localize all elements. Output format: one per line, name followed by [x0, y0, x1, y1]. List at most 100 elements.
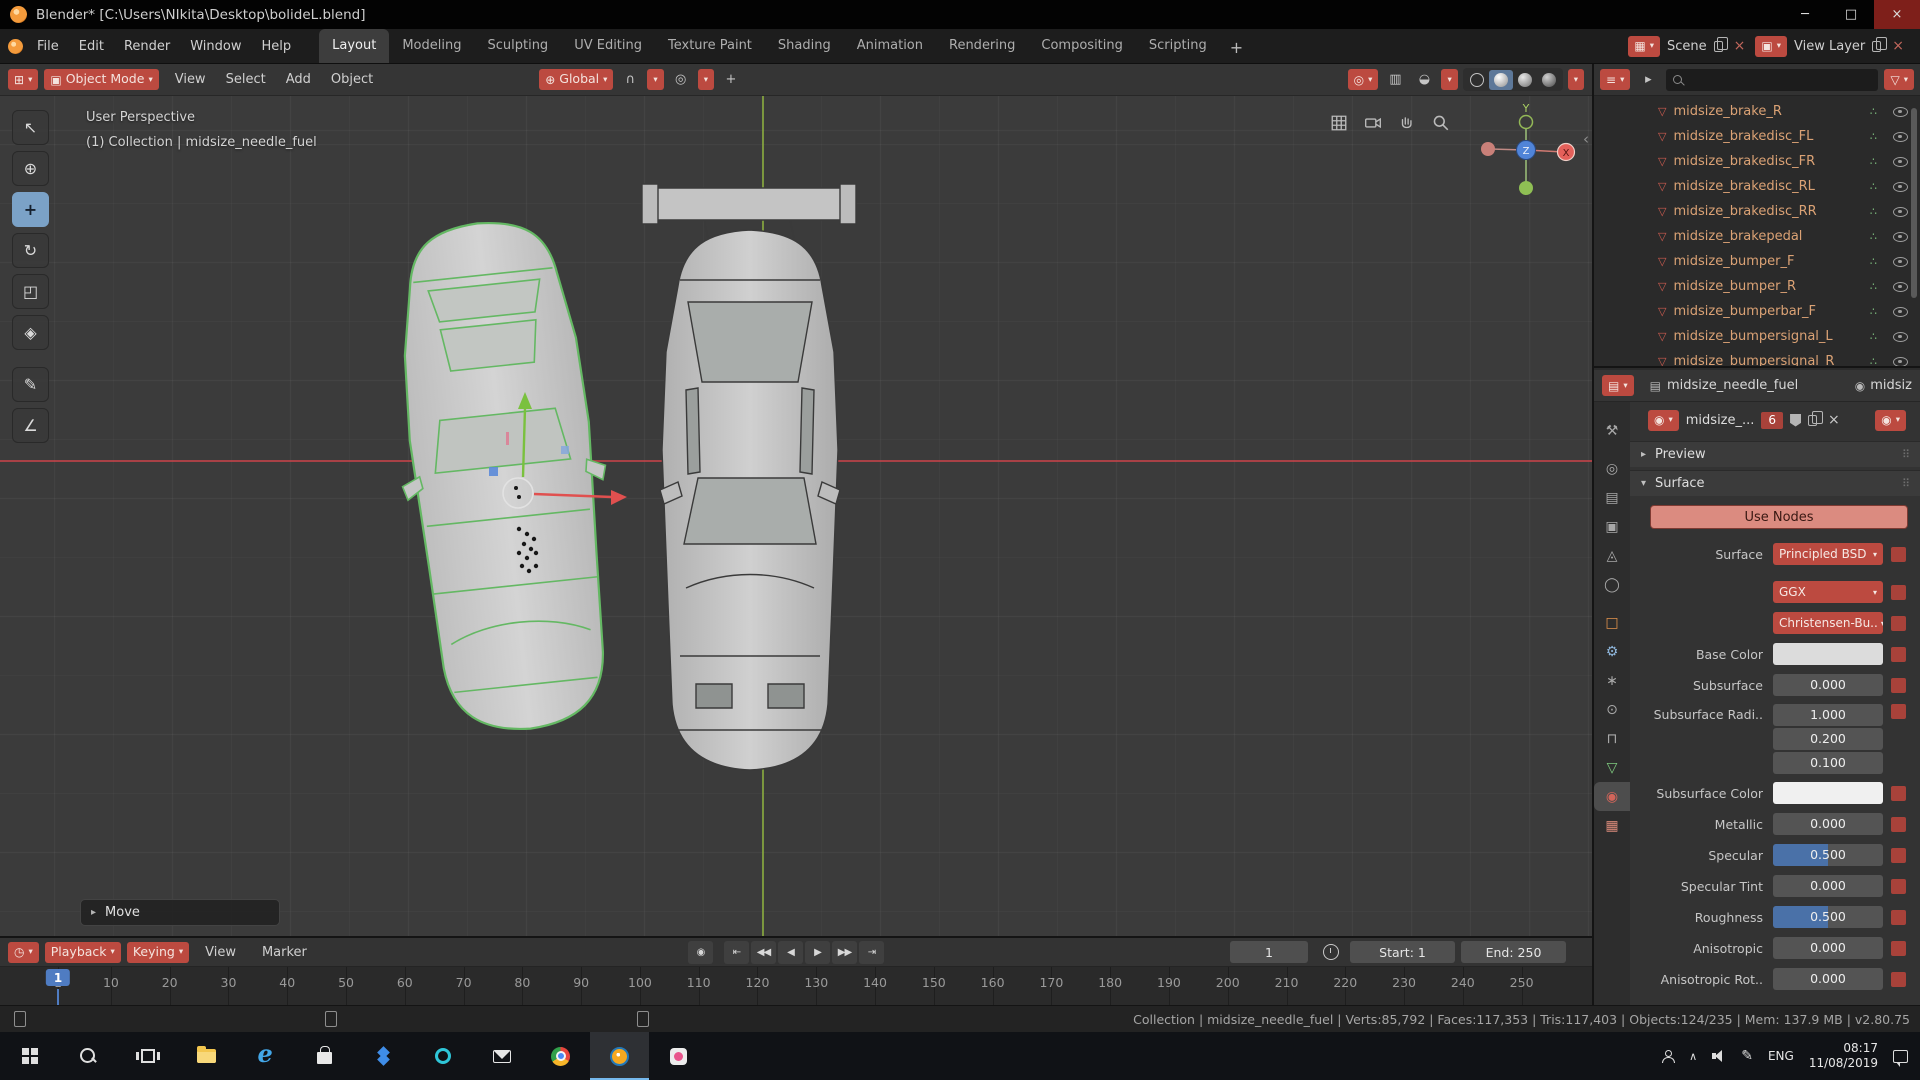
rotate-tool-button[interactable]: ↻	[12, 233, 49, 268]
display-mode-icon[interactable]: ▸	[1636, 69, 1660, 90]
axis-pos-y-ball[interactable]	[1520, 116, 1533, 129]
pan-hand-icon[interactable]	[1396, 112, 1418, 134]
volume-icon[interactable]	[1712, 1050, 1726, 1062]
view-layer-properties-tab[interactable]: ▣	[1594, 512, 1630, 541]
close-button[interactable]: ×	[1874, 0, 1920, 29]
proportional-falloff-dropdown[interactable]: ▾	[698, 69, 714, 90]
physics-properties-tab[interactable]: ⊙	[1594, 695, 1630, 724]
fake-user-shield-icon[interactable]	[1790, 414, 1801, 427]
animate-property-button[interactable]	[1891, 879, 1906, 894]
outliner-item[interactable]: ▽midsize_brakedisc_FR∴	[1594, 149, 1920, 174]
workspace-tab-animation[interactable]: Animation	[844, 29, 936, 63]
timeline-editor-type-button[interactable]: ◷▾	[8, 942, 39, 963]
axis-neg-y-ball[interactable]	[1519, 181, 1533, 195]
car-unselected[interactable]	[642, 184, 856, 770]
camera-view-icon[interactable]	[1362, 112, 1384, 134]
outliner-search[interactable]	[1666, 69, 1878, 91]
taskbar-chrome-button[interactable]	[531, 1032, 590, 1080]
eye-icon[interactable]	[1893, 282, 1908, 292]
outliner-item[interactable]: ▽midsize_bumpersignal_R∴	[1594, 349, 1920, 368]
eye-icon[interactable]	[1893, 357, 1908, 367]
roughness-slider[interactable]: 0.500	[1773, 906, 1883, 928]
number-field[interactable]: 1.000	[1773, 704, 1883, 726]
outliner-item[interactable]: ▽midsize_bumperbar_F∴	[1594, 299, 1920, 324]
transport-jump-to-end-button[interactable]: ⇥	[859, 941, 884, 964]
delete-scene-icon[interactable]: ×	[1734, 39, 1746, 53]
animate-property-button[interactable]	[1891, 941, 1906, 956]
view-layer-browse-button[interactable]: ▣▾	[1755, 36, 1787, 57]
car-selected[interactable]	[376, 213, 632, 740]
zoom-icon[interactable]	[1430, 112, 1452, 134]
timeline-marker-menu[interactable]: Marker	[252, 940, 317, 964]
delete-view-layer-icon[interactable]: ×	[1892, 39, 1904, 53]
workspace-tab-layout[interactable]: Layout	[319, 29, 389, 63]
menu-render[interactable]: Render	[114, 34, 180, 58]
material-name-field[interactable]: midsize_...	[1686, 413, 1755, 428]
playback-menu[interactable]: Playback▾	[45, 942, 121, 963]
rendered-shading-button[interactable]	[1537, 70, 1561, 90]
panel-grip-icon[interactable]: ⠿	[1902, 448, 1909, 461]
eye-icon[interactable]	[1893, 257, 1908, 267]
viewport-menu-select[interactable]: Select	[216, 68, 276, 92]
menu-edit[interactable]: Edit	[69, 34, 114, 58]
annotate-tool-button[interactable]: ✎	[12, 367, 49, 402]
workspace-tab-texture-paint[interactable]: Texture Paint	[655, 29, 765, 63]
specular-tint-slider[interactable]: 0.000	[1773, 875, 1883, 897]
workspace-tab-rendering[interactable]: Rendering	[936, 29, 1028, 63]
viewport-editor-type-button[interactable]: ⊞▾	[8, 69, 38, 90]
anisotropic-rot-slider[interactable]: 0.000	[1773, 968, 1883, 990]
object-visibility-dropdown[interactable]: ◎▾	[1348, 69, 1379, 90]
animate-property-button[interactable]	[1891, 786, 1906, 801]
animate-property-button[interactable]	[1891, 848, 1906, 863]
world-properties-tab[interactable]: ◯	[1594, 570, 1630, 599]
gizmos-toggle[interactable]: +	[719, 69, 743, 90]
breadcrumb-object-name[interactable]: midsize_needle_fuel	[1667, 378, 1798, 393]
transport-play-button[interactable]: ▶	[805, 941, 830, 964]
workspace-tab-sculpting[interactable]: Sculpting	[474, 29, 561, 63]
scene-name[interactable]: Scene	[1667, 39, 1707, 54]
outliner-item[interactable]: ▽midsize_brake_R∴	[1594, 99, 1920, 124]
wireframe-shading-button[interactable]	[1465, 70, 1489, 90]
outliner-item[interactable]: ▽midsize_brakepedal∴	[1594, 224, 1920, 249]
breadcrumb-material-name[interactable]: midsiz	[1870, 378, 1912, 393]
preview-panel-header[interactable]: ▸ Preview ⠿	[1630, 441, 1920, 467]
language-indicator[interactable]: ENG	[1768, 1049, 1794, 1063]
eye-icon[interactable]	[1893, 107, 1908, 117]
animate-property-button[interactable]	[1891, 817, 1906, 832]
eye-icon[interactable]	[1893, 307, 1908, 317]
transport-record-button[interactable]: ◉	[688, 941, 713, 964]
taskbar-explorer-button[interactable]	[177, 1032, 236, 1080]
animate-property-button[interactable]	[1891, 585, 1906, 600]
new-material-icon[interactable]	[1808, 415, 1817, 426]
viewport-menu-view[interactable]: View	[165, 68, 216, 92]
taskbar-skype-button[interactable]	[413, 1032, 472, 1080]
animate-property-button[interactable]	[1891, 547, 1906, 562]
new-scene-icon[interactable]	[1714, 41, 1723, 52]
view-layer-name[interactable]: View Layer	[1794, 39, 1865, 54]
subsurface-color-swatch[interactable]	[1773, 782, 1883, 804]
subsurface-slider[interactable]: 0.000	[1773, 674, 1883, 696]
transport-play-reverse-button[interactable]: ◀	[778, 941, 803, 964]
timeline-view-menu[interactable]: View	[195, 940, 246, 964]
filter-dropdown[interactable]: ▽▾	[1884, 69, 1914, 90]
christensen-bu-dropdown[interactable]: Christensen-Bu..▾	[1773, 612, 1883, 634]
particles-properties-tab[interactable]: ∗	[1594, 666, 1630, 695]
animate-property-button[interactable]	[1891, 616, 1906, 631]
panel-grip-icon[interactable]: ⠿	[1902, 477, 1909, 490]
proportional-edit-toggle[interactable]: ◎	[669, 69, 693, 90]
animate-property-button[interactable]	[1891, 704, 1906, 719]
measure-tool-button[interactable]: ∠	[12, 408, 49, 443]
minimize-button[interactable]: ─	[1782, 0, 1828, 29]
object-data-properties-tab[interactable]: ▽	[1594, 753, 1630, 782]
workspace-tab-shading[interactable]: Shading	[765, 29, 844, 63]
blender-menu-icon[interactable]	[8, 39, 23, 54]
hidden-icons-chevron-icon[interactable]: ∧	[1689, 1050, 1697, 1063]
tweak-tool-button[interactable]: ↖	[12, 110, 49, 145]
xray-toggle[interactable]: ▥	[1383, 69, 1407, 90]
use-nodes-button[interactable]: Use Nodes	[1650, 505, 1908, 529]
unlink-material-icon[interactable]: ×	[1828, 412, 1840, 428]
taskbar-store-button[interactable]	[295, 1032, 354, 1080]
frame-end-field[interactable]: End: 250	[1461, 941, 1566, 963]
number-field[interactable]: 0.100	[1773, 752, 1883, 774]
material-users-badge[interactable]: 6	[1761, 412, 1783, 429]
